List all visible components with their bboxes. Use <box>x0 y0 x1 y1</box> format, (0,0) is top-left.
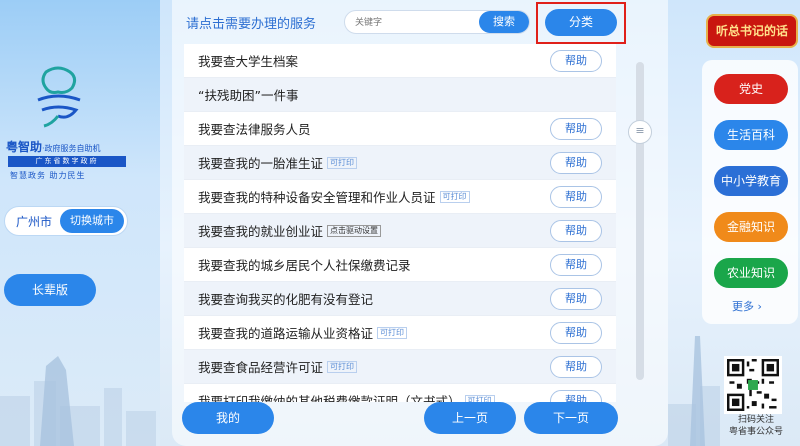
qr-caption-line-2: 粤省事公众号 <box>728 427 783 437</box>
knowledge-menu: 更多 › 党史生活百科中小学教育金融知识农业知识 <box>702 60 798 324</box>
knowledge-item-button[interactable]: 农业知识 <box>714 258 788 288</box>
service-row[interactable]: 我要查我的道路运输从业资格证 可打印 帮助 <box>184 316 616 350</box>
service-label: 我要查我的道路运输从业资格证 <box>198 326 374 341</box>
help-button[interactable]: 帮助 <box>550 186 602 208</box>
service-row[interactable]: “扶残助困”一件事 <box>184 78 616 112</box>
elder-mode-button[interactable]: 长辈版 <box>4 274 96 306</box>
brand-name: 粤智助 <box>6 140 43 154</box>
qr-caption-line-1: 扫码关注 <box>737 415 774 425</box>
knowledge-item-button[interactable]: 金融知识 <box>714 212 788 242</box>
printable-tag: 可打印 <box>439 190 470 203</box>
service-label: 我要查我的特种设备安全管理和作业人员证 <box>198 190 436 205</box>
scrollbar[interactable]: ≡ <box>628 62 652 380</box>
printable-tag: 可打印 <box>377 326 408 339</box>
help-button[interactable]: 帮助 <box>550 50 602 72</box>
help-button[interactable]: 帮助 <box>550 390 602 402</box>
left-panel: 粤智助·政府服务自助机 广东省数字政府 智慧政务 助力民生 广州市 切换城市 长… <box>0 0 160 446</box>
category-button[interactable]: 分类 <box>545 9 617 36</box>
brand-slogan: 智慧政务 助力民生 <box>10 171 86 180</box>
service-label: 我要查食品经营许可证 <box>198 360 324 375</box>
brand-bar: 广东省数字政府 <box>8 156 126 167</box>
printable-tag: 可打印 <box>327 360 358 373</box>
service-label: 我要打印我缴纳的其他税费缴款证明（文书式） <box>198 394 461 402</box>
service-row[interactable]: 我要查我的特种设备安全管理和作业人员证 可打印 帮助 <box>184 180 616 214</box>
service-label: 我要查我的城乡居民个人社保缴费记录 <box>198 258 411 273</box>
help-button[interactable]: 帮助 <box>550 288 602 310</box>
service-row[interactable]: 我要查我的就业创业证 点击驱动设置 帮助 <box>184 214 616 248</box>
service-row[interactable]: 我要查我的城乡居民个人社保缴费记录 帮助 <box>184 248 616 282</box>
more-link[interactable]: 更多 › <box>732 298 762 314</box>
city-name: 广州市 <box>15 214 52 229</box>
brand-subtitle: ·政府服务自助机 <box>42 144 101 153</box>
qr-caption: 扫码关注 粤省事公众号 <box>716 414 796 438</box>
knowledge-item-button[interactable]: 中小学教育 <box>714 166 788 196</box>
printable-tag: 可打印 <box>327 156 358 169</box>
service-label: 我要查大学生档案 <box>198 54 299 69</box>
help-button[interactable]: 帮助 <box>550 356 602 378</box>
search-input[interactable] <box>355 15 475 30</box>
service-panel: 请点击需要办理的服务 搜索 分类 我要查大学生档案帮助“扶残助困”一件事我要查法… <box>172 0 668 446</box>
category-highlight-frame: 分类 <box>536 2 626 44</box>
listen-to-general-secretary-button[interactable]: 听总书记的话 <box>706 14 798 48</box>
service-row[interactable]: 我要查法律服务人员 帮助 <box>184 112 616 146</box>
knowledge-item-button[interactable]: 党史 <box>714 74 788 104</box>
switch-city-button[interactable]: 切换城市 <box>60 209 124 233</box>
help-button[interactable]: 帮助 <box>550 152 602 174</box>
service-label: 我要查我的就业创业证 <box>198 224 324 239</box>
qr-code-icon <box>724 356 782 414</box>
yuezhizhu-logo <box>37 66 81 128</box>
service-prompt: 请点击需要办理的服务 <box>186 17 317 32</box>
service-row[interactable]: 我要查食品经营许可证 可打印 帮助 <box>184 350 616 384</box>
service-row[interactable]: 我要查询我买的化肥有没有登记 帮助 <box>184 282 616 316</box>
service-list: 我要查大学生档案 帮助 “扶残助困”一件事 我要查法律服务人员 帮助 我要查我的一胎准生证… <box>184 44 616 402</box>
help-button[interactable]: 帮助 <box>550 254 602 276</box>
help-button[interactable]: 帮助 <box>550 322 602 344</box>
scroll-thumb[interactable]: ≡ <box>628 120 652 144</box>
knowledge-item-button[interactable]: 生活百科 <box>714 120 788 150</box>
help-button[interactable]: 帮助 <box>550 220 602 242</box>
printable-tag: 可打印 <box>464 394 495 402</box>
search-box: 搜索 <box>344 10 530 34</box>
prev-page-button[interactable]: 上一页 <box>424 402 516 434</box>
next-page-button[interactable]: 下一页 <box>524 402 618 434</box>
brand-title: 粤智助·政府服务自助机 <box>6 138 156 155</box>
service-row[interactable]: 我要打印我缴纳的其他税费缴款证明（文书式） 可打印 帮助 <box>184 384 616 402</box>
help-button[interactable]: 帮助 <box>550 118 602 140</box>
service-row[interactable]: 我要查我的一胎准生证 可打印 帮助 <box>184 146 616 180</box>
city-switch: 广州市 切换城市 <box>4 206 128 236</box>
service-label: 我要查我的一胎准生证 <box>198 156 324 171</box>
service-label: 我要查询我买的化肥有没有登记 <box>198 292 374 307</box>
notice-tag: 点击驱动设置 <box>327 224 382 237</box>
mine-button[interactable]: 我的 <box>182 402 274 434</box>
service-label: 我要查法律服务人员 <box>198 122 311 137</box>
service-label: “扶残助困”一件事 <box>198 88 299 103</box>
search-button[interactable]: 搜索 <box>479 11 529 33</box>
service-row[interactable]: 我要查大学生档案 帮助 <box>184 44 616 78</box>
